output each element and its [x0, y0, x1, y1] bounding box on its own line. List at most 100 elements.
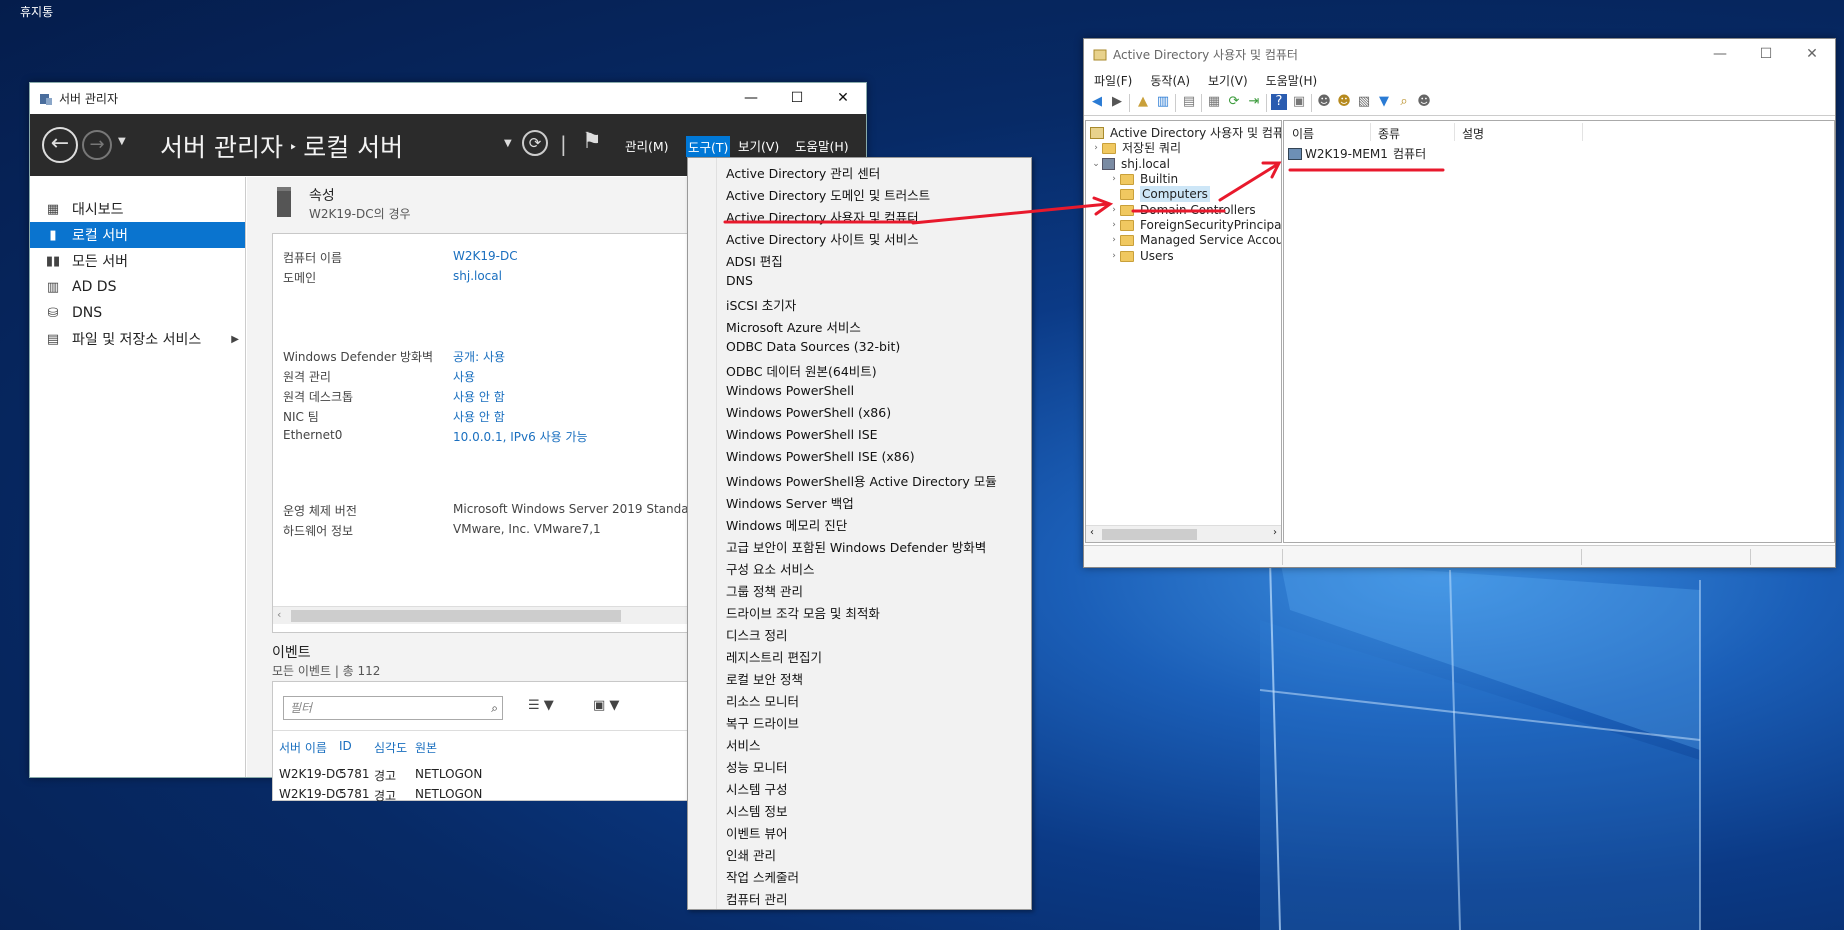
- prop-value-domain[interactable]: shj.local: [453, 269, 502, 283]
- menu-item-azure[interactable]: Microsoft Azure 서비스: [726, 317, 861, 336]
- menu-item-system-information[interactable]: 시스템 정보: [726, 801, 787, 820]
- menu-item-memory-diagnostic[interactable]: Windows 메모리 진단: [726, 515, 847, 534]
- menu-item-odbc-64[interactable]: ODBC 데이터 원본(64비트): [726, 361, 877, 380]
- recycle-bin-label[interactable]: 휴지통: [20, 3, 53, 20]
- menu-item-ad-users-computers[interactable]: Active Directory 사용자 및 컴퓨터: [726, 207, 919, 226]
- scroll-right-icon[interactable]: ›: [1273, 527, 1277, 538]
- sidebar-item-all-servers[interactable]: ▮▮ 모든 서버: [30, 248, 245, 274]
- column-separator[interactable]: [1582, 123, 1583, 141]
- menu-help[interactable]: 도움말(H): [1266, 72, 1318, 89]
- menu-view[interactable]: 보기(V): [1208, 72, 1248, 89]
- properties-icon[interactable]: ▦: [1206, 94, 1222, 110]
- breadcrumb-root[interactable]: 서버 관리자: [160, 133, 283, 162]
- menu-item-ad-domains-trusts[interactable]: Active Directory 도메인 및 트러스트: [726, 185, 930, 204]
- menu-file[interactable]: 파일(F): [1094, 72, 1132, 89]
- sidebar-item-file-storage[interactable]: ▤ 파일 및 저장소 서비스 ▶: [30, 326, 245, 352]
- menu-item-registry-editor[interactable]: 레지스트리 편집기: [726, 647, 822, 666]
- search-icon[interactable]: ⌕: [491, 697, 498, 719]
- chevron-right-icon[interactable]: ›: [1108, 232, 1120, 248]
- column-separator[interactable]: [1370, 123, 1371, 141]
- breadcrumb-dropdown-icon[interactable]: ▼: [504, 138, 512, 149]
- menu-item-dns[interactable]: DNS: [726, 273, 753, 288]
- scroll-thumb[interactable]: [1102, 529, 1197, 540]
- clipboard-icon[interactable]: ▤: [1181, 94, 1197, 110]
- refresh-icon[interactable]: ⟳: [1226, 94, 1242, 110]
- close-icon[interactable]: ✕: [820, 83, 866, 114]
- add-to-group-icon[interactable]: ☻: [1416, 94, 1432, 110]
- new-ou-icon[interactable]: ▧: [1356, 94, 1372, 110]
- prop-value-ethernet[interactable]: 10.0.0.1, IPv6 사용 가능: [453, 428, 588, 445]
- menu-item-powershell-ise-x86[interactable]: Windows PowerShell ISE (x86): [726, 449, 915, 464]
- prop-value-remote-mgmt[interactable]: 사용: [453, 368, 475, 385]
- menu-item-server-backup[interactable]: Windows Server 백업: [726, 493, 854, 512]
- menu-item-defrag[interactable]: 드라이브 조각 모음 및 최적화: [726, 603, 880, 622]
- menu-item-powershell-x86[interactable]: Windows PowerShell (x86): [726, 405, 891, 420]
- chevron-right-icon[interactable]: ›: [1108, 171, 1120, 187]
- tree-item-managed-service[interactable]: › Managed Service Accou: [1108, 232, 1281, 248]
- forward-arrow-icon[interactable]: ▶: [1109, 94, 1125, 110]
- chevron-right-icon[interactable]: ›: [1108, 248, 1120, 264]
- scroll-left-icon[interactable]: ‹: [277, 608, 281, 621]
- tree-horizontal-scrollbar[interactable]: ‹ ›: [1086, 525, 1281, 542]
- history-dropdown-icon[interactable]: ▼: [118, 136, 126, 147]
- minimize-icon[interactable]: —: [728, 83, 774, 114]
- chevron-right-icon[interactable]: ▶: [231, 334, 239, 345]
- chevron-down-icon[interactable]: ⌄: [1090, 156, 1102, 172]
- tree-item-root[interactable]: Active Directory 사용자 및 컴퓨터: [1090, 125, 1281, 141]
- show-console-tree-icon[interactable]: ▥: [1155, 94, 1171, 110]
- menu-manage[interactable]: 관리(M): [625, 136, 669, 155]
- prop-value-remote-desktop[interactable]: 사용 안 함: [453, 388, 505, 405]
- back-arrow-icon[interactable]: ◀: [1089, 94, 1105, 110]
- tree-item-saved-queries[interactable]: › 저장된 쿼리: [1090, 140, 1181, 156]
- tree-item-foreign-security[interactable]: › ForeignSecurityPrincipal: [1108, 217, 1281, 233]
- refresh-icon[interactable]: ⟳: [522, 130, 548, 156]
- prop-value-computer-name[interactable]: W2K19-DC: [453, 249, 518, 263]
- tree-item-builtin[interactable]: › Builtin: [1108, 171, 1178, 187]
- menu-item-local-security-policy[interactable]: 로컬 보안 정책: [726, 669, 803, 688]
- column-source[interactable]: 원본: [415, 739, 437, 756]
- export-list-icon[interactable]: ⇥: [1246, 94, 1262, 110]
- show-panel-icon[interactable]: ▣: [1291, 94, 1307, 110]
- menu-item-computer-management[interactable]: 컴퓨터 관리: [726, 889, 787, 908]
- menu-item-disk-cleanup[interactable]: 디스크 정리: [726, 625, 787, 644]
- column-server-name[interactable]: 서버 이름: [279, 739, 327, 756]
- chevron-right-icon[interactable]: ›: [1108, 202, 1120, 218]
- up-folder-icon[interactable]: ▲: [1135, 94, 1151, 110]
- notifications-flag-icon[interactable]: ⚑: [582, 129, 602, 154]
- menu-item-adsi-edit[interactable]: ADSI 편집: [726, 251, 783, 270]
- menu-item-powershell[interactable]: Windows PowerShell: [726, 383, 854, 398]
- column-type[interactable]: 종류: [1378, 125, 1400, 142]
- menu-item-system-configuration[interactable]: 시스템 구성: [726, 779, 787, 798]
- menu-item-group-policy[interactable]: 그룹 정책 관리: [726, 581, 803, 600]
- new-user-icon[interactable]: ☻: [1316, 94, 1332, 110]
- column-severity[interactable]: 심각도: [374, 739, 407, 756]
- back-arrow-icon[interactable]: ←: [42, 127, 78, 163]
- menu-item-ad-admin-center[interactable]: Active Directory 관리 센터: [726, 163, 880, 182]
- menu-item-iscsi[interactable]: iSCSI 초기자: [726, 295, 796, 314]
- menu-view[interactable]: 보기(V): [738, 136, 779, 155]
- sidebar-item-local-server[interactable]: ▮ 로컬 서버: [30, 222, 245, 248]
- prop-value-firewall[interactable]: 공개: 사용: [453, 348, 505, 365]
- menu-item-odbc-32[interactable]: ODBC Data Sources (32-bit): [726, 339, 900, 354]
- ad-titlebar[interactable]: Active Directory 사용자 및 컴퓨터 — ☐ ✕: [1084, 39, 1835, 70]
- new-group-icon[interactable]: ☻: [1336, 94, 1352, 110]
- tree-item-computers[interactable]: Computers: [1108, 186, 1210, 202]
- menu-item-ad-sites-services[interactable]: Active Directory 사이트 및 서비스: [726, 229, 919, 248]
- filter-icon[interactable]: ▼: [1376, 94, 1392, 110]
- sidebar-item-ad-ds[interactable]: ▥ AD DS: [30, 274, 245, 300]
- forward-arrow-icon[interactable]: →: [82, 130, 112, 160]
- column-name[interactable]: 이름: [1292, 125, 1314, 142]
- menu-item-print-management[interactable]: 인쇄 관리: [726, 845, 776, 864]
- menu-item-recovery-drive[interactable]: 복구 드라이브: [726, 713, 799, 732]
- tree-item-users[interactable]: › Users: [1108, 248, 1173, 264]
- list-item[interactable]: W2K19-MEM1 컴퓨터: [1288, 145, 1426, 162]
- menu-item-services[interactable]: 서비스: [726, 735, 761, 754]
- menu-item-task-scheduler[interactable]: 작업 스케줄러: [726, 867, 799, 886]
- menu-item-advanced-firewall[interactable]: 고급 보안이 포함된 Windows Defender 방화벽: [726, 537, 986, 556]
- menu-action[interactable]: 동작(A): [1150, 72, 1190, 89]
- find-icon[interactable]: ⌕: [1396, 94, 1412, 110]
- maximize-icon[interactable]: ☐: [1743, 39, 1789, 70]
- menu-tools[interactable]: 도구(T): [686, 136, 731, 157]
- filter-input[interactable]: 필터 ⌕: [283, 696, 503, 720]
- close-icon[interactable]: ✕: [1789, 39, 1835, 70]
